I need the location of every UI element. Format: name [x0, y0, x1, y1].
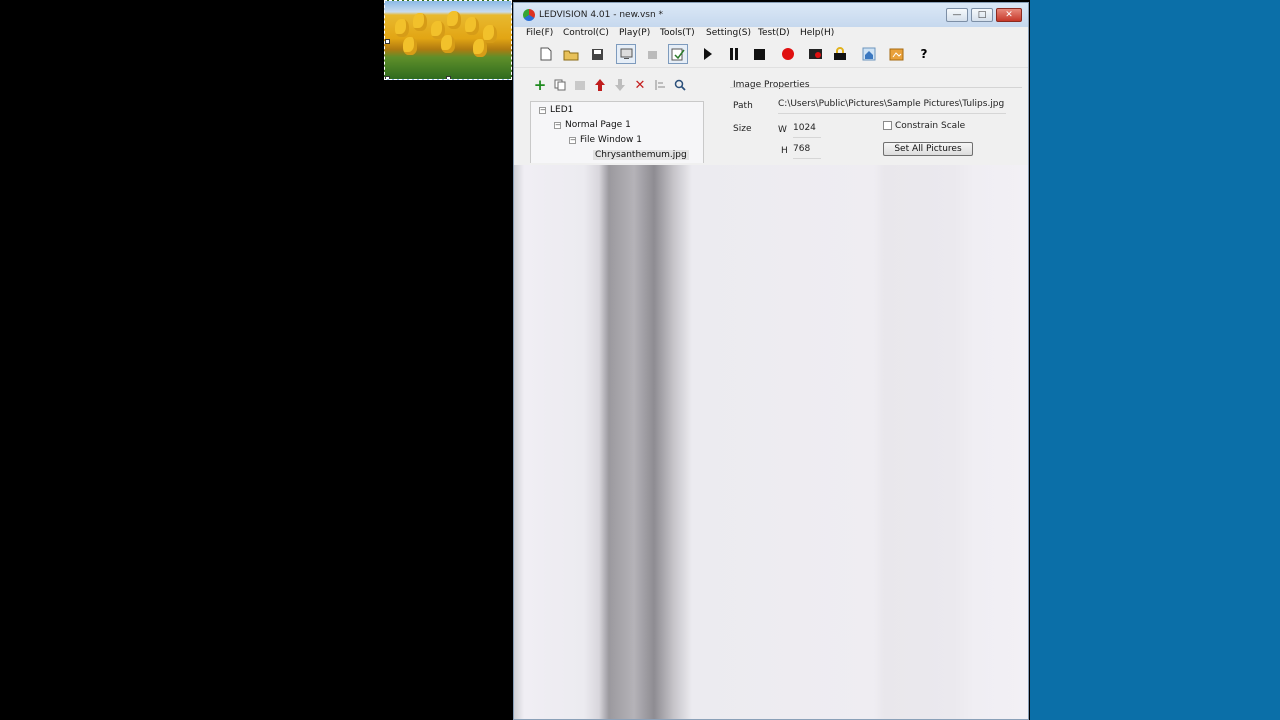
- constrain-scale-label: Constrain Scale: [895, 121, 966, 131]
- title-bar[interactable]: LEDVISION 4.01 - new.vsn * — □ ✕: [514, 3, 1028, 27]
- new-file-icon[interactable]: [536, 44, 556, 64]
- set-all-pictures-button[interactable]: Set All Pictures: [883, 142, 973, 156]
- save-icon[interactable]: [587, 44, 607, 64]
- menu-test[interactable]: Test(D): [758, 28, 790, 38]
- menu-setting[interactable]: Setting(S): [706, 28, 751, 38]
- help-icon[interactable]: ?: [914, 44, 934, 64]
- height-field[interactable]: 768: [793, 144, 821, 159]
- desktop-background: [1030, 0, 1280, 720]
- add-icon[interactable]: +: [532, 76, 548, 94]
- image-preview-tulips[interactable]: [384, 0, 512, 80]
- tulip-shape: [403, 37, 417, 55]
- width-field[interactable]: 1024: [793, 123, 821, 138]
- collapse-icon[interactable]: −: [554, 122, 561, 129]
- menu-control[interactable]: Control(C): [563, 28, 609, 38]
- menu-play[interactable]: Play(P): [619, 28, 650, 38]
- constrain-scale-checkbox[interactable]: [883, 121, 892, 130]
- resize-handle[interactable]: [385, 39, 390, 44]
- sort-icon[interactable]: [652, 77, 668, 93]
- path-label: Path: [733, 101, 753, 111]
- settings-folder-icon[interactable]: [886, 44, 906, 64]
- collapse-icon[interactable]: −: [539, 107, 546, 114]
- program-tree: − LED1 − Normal Page 1 − File Window 1 C…: [530, 101, 704, 163]
- delete-icon[interactable]: ✕: [632, 77, 648, 93]
- screen-icon[interactable]: [616, 44, 636, 64]
- collapse-icon[interactable]: −: [569, 137, 576, 144]
- close-button[interactable]: ✕: [996, 8, 1022, 22]
- maximize-button[interactable]: □: [971, 8, 993, 22]
- render-artifact-area: [514, 165, 1028, 719]
- width-label: W: [778, 125, 787, 135]
- play-icon[interactable]: [698, 44, 718, 64]
- stop-icon[interactable]: [749, 44, 769, 64]
- resize-handle[interactable]: [446, 76, 451, 79]
- pause-icon[interactable]: [724, 44, 744, 64]
- path-field[interactable]: C:\Users\Public\Pictures\Sample Pictures…: [778, 99, 1006, 114]
- app-window: LEDVISION 4.01 - new.vsn * — □ ✕ File(F)…: [513, 2, 1029, 720]
- menu-help[interactable]: Help(H): [800, 28, 834, 38]
- resize-handle[interactable]: [385, 76, 390, 79]
- grey-tool-icon[interactable]: [642, 44, 662, 64]
- tree-node-window[interactable]: File Window 1: [580, 135, 642, 145]
- copy-icon[interactable]: [552, 77, 568, 93]
- record-icon[interactable]: [778, 44, 798, 64]
- move-down-icon[interactable]: [612, 77, 628, 93]
- window-title: LEDVISION 4.01 - new.vsn *: [539, 10, 664, 20]
- tulip-shape: [473, 39, 487, 57]
- menu-file[interactable]: File(F): [526, 28, 553, 38]
- app-logo-icon: [523, 9, 535, 21]
- move-up-icon[interactable]: [592, 77, 608, 93]
- tulip-shape: [447, 11, 461, 29]
- main-toolbar: ?: [514, 41, 1028, 68]
- menu-bar: File(F) Control(C) Play(P) Tools(T) Sett…: [514, 27, 1028, 41]
- screen-capture-icon[interactable]: [805, 44, 825, 64]
- tulip-shape: [413, 13, 427, 31]
- paste-icon[interactable]: [572, 77, 588, 93]
- lock-icon[interactable]: [830, 44, 850, 64]
- minimize-button[interactable]: —: [946, 8, 968, 22]
- tulip-shape: [441, 35, 455, 53]
- tree-toolbar: + ✕: [532, 76, 692, 95]
- tree-node-file[interactable]: Chrysanthemum.jpg: [593, 150, 689, 160]
- size-label: Size: [733, 124, 752, 134]
- tree-node-page[interactable]: Normal Page 1: [565, 120, 631, 130]
- open-folder-icon[interactable]: [561, 44, 581, 64]
- height-label: H: [781, 146, 788, 156]
- menu-tools[interactable]: Tools(T): [660, 28, 695, 38]
- image-properties-panel: Path C:\Users\Public\Pictures\Sample Pic…: [730, 87, 1022, 166]
- search-icon[interactable]: [672, 77, 688, 93]
- tulip-shape: [395, 19, 409, 37]
- home-icon[interactable]: [859, 44, 879, 64]
- edit-mode-icon[interactable]: [668, 44, 688, 64]
- tulip-shape: [465, 17, 479, 35]
- tree-node-led[interactable]: LED1: [550, 105, 573, 115]
